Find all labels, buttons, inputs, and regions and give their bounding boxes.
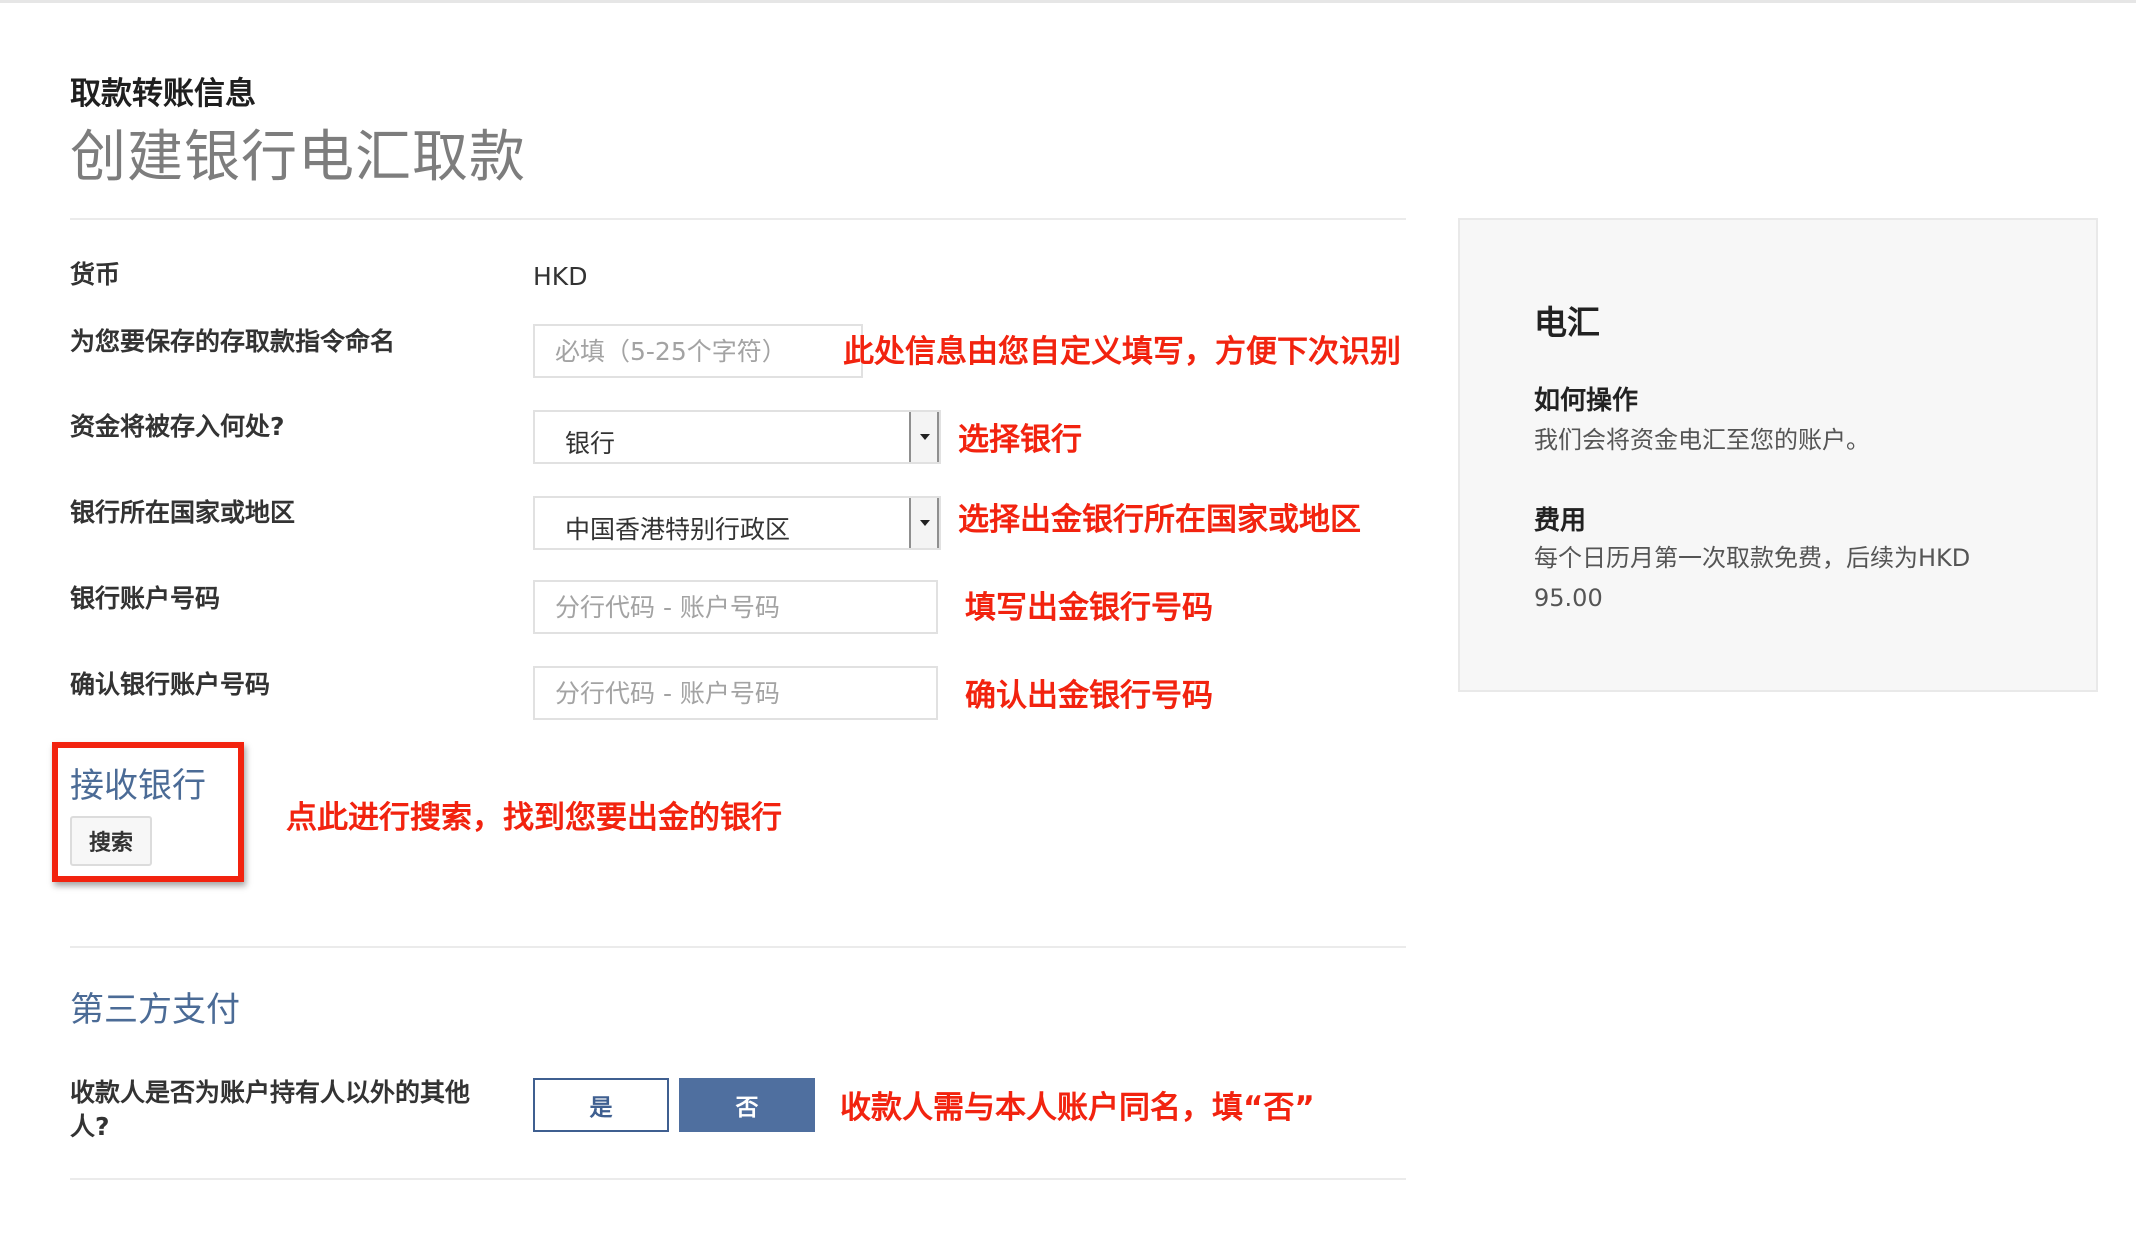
currency-label: 货币 (70, 260, 121, 289)
third-party-annotation: 收款人需与本人账户同名，填“否” (840, 1090, 1315, 1126)
destination-selected-value: 银行 (565, 429, 616, 458)
confirm-account-number-annotation: 确认出金银行号码 (965, 678, 1213, 714)
wire-info-title: 电汇 (1534, 303, 1600, 342)
divider (70, 218, 1406, 220)
how-heading: 如何操作 (1534, 386, 1639, 416)
wire-info-panel: 电汇 如何操作 我们会将资金电汇至您的账户。 费用 每个日历月第一次取款免费，后… (1458, 218, 2098, 692)
bank-country-label: 银行所在国家或地区 (70, 498, 296, 527)
third-party-question: 收款人是否为账户持有人以外的其他人? (70, 1078, 471, 1141)
third-party-no-button[interactable]: 否 (679, 1078, 815, 1132)
dropdown-arrow-icon[interactable] (909, 412, 939, 462)
currency-value: HKD (533, 262, 588, 291)
instruction-name-input[interactable] (533, 324, 863, 378)
destination-label: 资金将被存入何处? (70, 412, 285, 441)
how-text: 我们会将资金电汇至您的账户。 (1534, 426, 1870, 454)
confirm-account-number-label: 确认银行账户号码 (70, 670, 271, 699)
bank-country-selected-value: 中国香港特别行政区 (565, 515, 791, 544)
divider (70, 946, 1406, 948)
divider (70, 1178, 1406, 1180)
instruction-name-annotation: 此处信息由您自定义填写，方便下次识别 (843, 334, 1401, 370)
destination-select[interactable]: 银行 (533, 410, 941, 464)
instruction-name-label: 为您要保存的存取款指令命名 (70, 327, 396, 356)
page-subtitle: 取款转账信息 (70, 76, 256, 112)
third-party-yes-button[interactable]: 是 (533, 1078, 669, 1132)
bank-country-select[interactable]: 中国香港特别行政区 (533, 496, 941, 550)
top-border (0, 0, 2136, 3)
page-title: 创建银行电汇取款 (70, 125, 526, 190)
fee-heading: 费用 (1534, 506, 1587, 536)
dropdown-arrow-icon[interactable] (909, 498, 939, 548)
fee-text: 每个日历月第一次取款免费，后续为HKD 95.00 (1534, 544, 1971, 612)
receiving-bank-annotation: 点此进行搜索，找到您要出金的银行 (286, 800, 782, 836)
account-number-input[interactable] (533, 580, 938, 634)
confirm-account-number-input[interactable] (533, 666, 938, 720)
highlight-box (52, 742, 244, 882)
bank-country-annotation: 选择出金银行所在国家或地区 (958, 502, 1361, 538)
destination-annotation: 选择银行 (958, 422, 1082, 458)
account-number-annotation: 填写出金银行号码 (965, 590, 1213, 626)
third-party-heading: 第三方支付 (70, 990, 240, 1030)
account-number-label: 银行账户号码 (70, 584, 221, 613)
